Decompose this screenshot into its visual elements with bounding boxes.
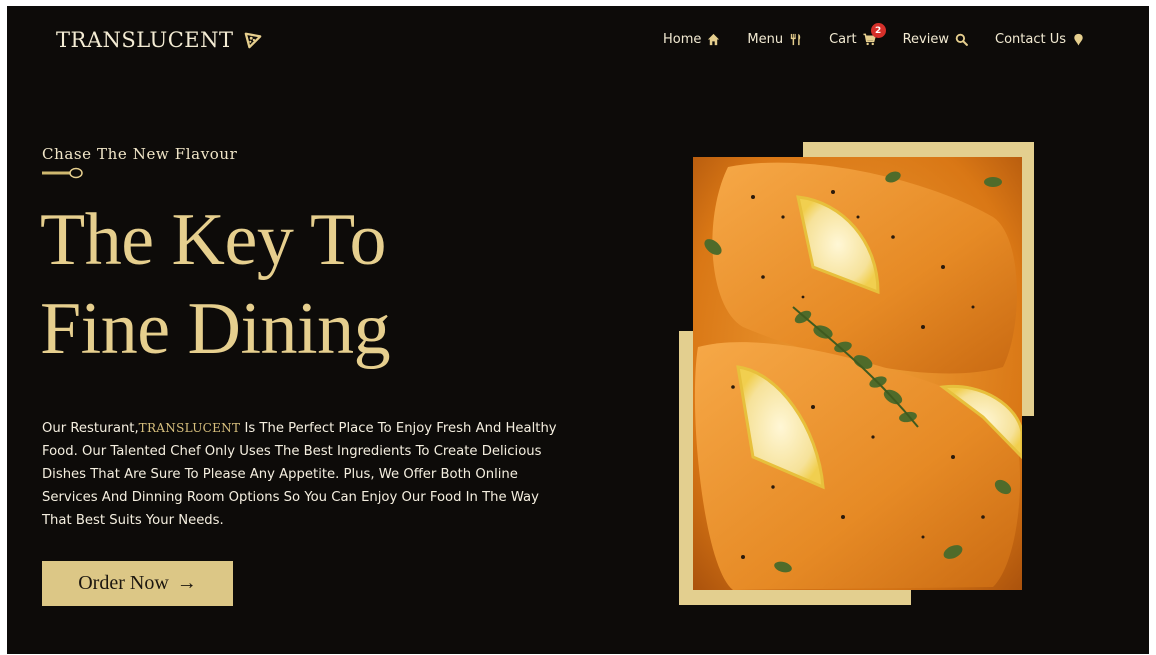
arrow-right-icon: → (176, 572, 197, 594)
order-now-button[interactable]: Order Now → (42, 561, 233, 606)
nav-menu[interactable]: Menu (747, 32, 802, 47)
nav-cart[interactable]: Cart 2 (829, 23, 886, 47)
nav-contact-label: Contact Us (995, 32, 1066, 47)
description-prefix: Our Resturant, (42, 421, 139, 436)
headline-line-1: The Key To (40, 199, 387, 281)
nav-cart-label: Cart (829, 32, 857, 47)
headline-line-2: Fine Dining (40, 288, 391, 370)
tagline: Chase The New Flavour (42, 145, 238, 163)
nav-home[interactable]: Home (663, 32, 720, 47)
cart-badge: 2 (870, 23, 886, 38)
hero-food-image (693, 157, 1022, 590)
hero-description: Our Resturant,TRANSLUCENT Is The Perfect… (42, 417, 562, 532)
order-now-label: Order Now (78, 572, 169, 594)
nav-menu-label: Menu (747, 32, 784, 47)
nav-home-label: Home (663, 32, 702, 47)
home-icon (708, 33, 720, 46)
nav-review[interactable]: Review (903, 32, 968, 47)
nav-contact[interactable]: Contact Us (995, 32, 1085, 47)
spoon-icon (42, 167, 83, 179)
hero-headline: The Key To Fine Dining (40, 196, 391, 374)
description-text: Is The Perfect Place To Enjoy Fresh And … (42, 421, 557, 528)
nav-review-label: Review (902, 32, 949, 47)
logo-text: TRANSLUCENT (56, 28, 234, 52)
location-pin-icon (1074, 33, 1083, 46)
logo[interactable]: TRANSLUCENT (56, 28, 262, 52)
description-brand: TRANSLUCENT (138, 421, 241, 435)
pizza-slice-icon (244, 32, 261, 49)
page-frame: TRANSLUCENT Home Menu Cart 2 Review Cont… (7, 6, 1149, 654)
main-nav: Home Menu Cart 2 Review Contact Us (663, 23, 1085, 47)
utensils-icon (790, 33, 801, 46)
search-icon (955, 33, 968, 46)
